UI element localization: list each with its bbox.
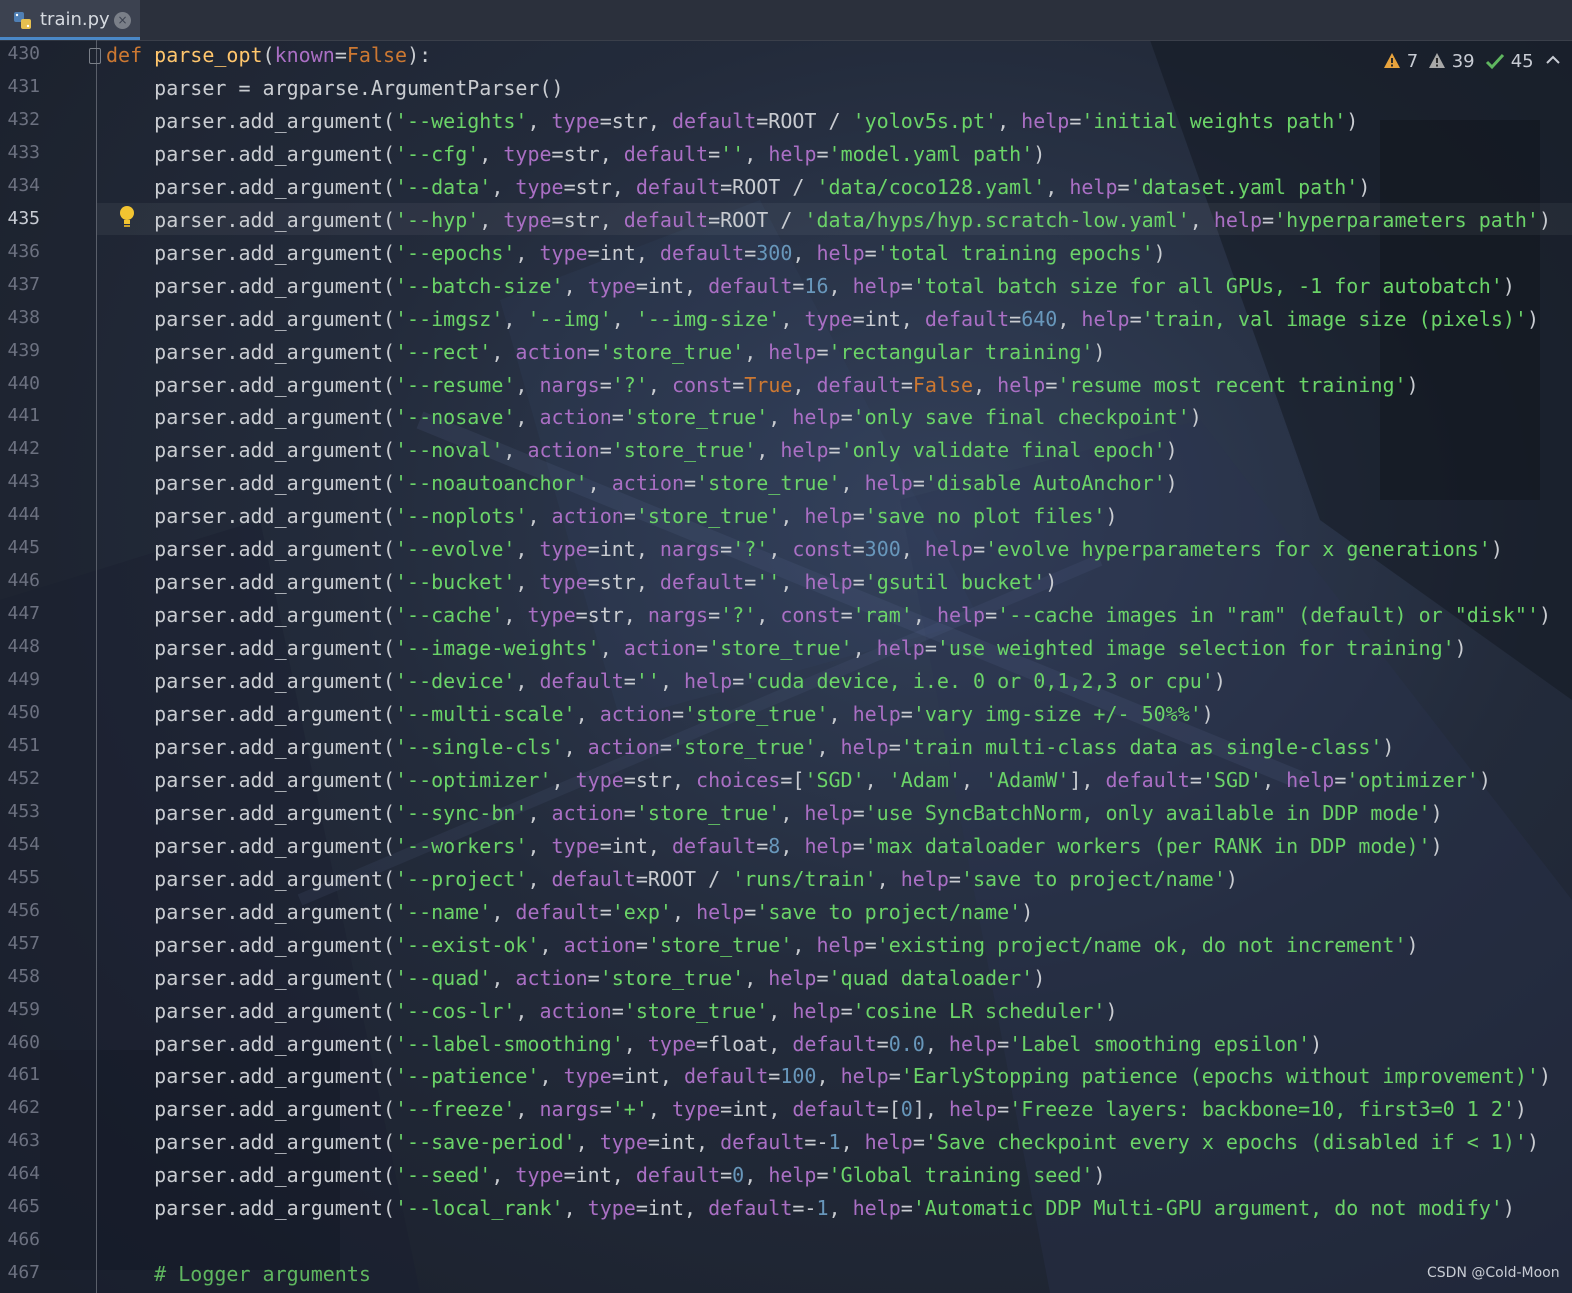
line-number: 467 <box>7 1262 40 1284</box>
python-file-icon <box>14 12 31 29</box>
line-number: 431 <box>7 75 40 97</box>
line-number: 432 <box>7 108 40 130</box>
code-line[interactable]: parser.add_argument('--noautoanchor', ac… <box>106 472 1178 494</box>
line-number: 458 <box>7 965 40 987</box>
line-number: 457 <box>7 932 40 954</box>
code-line[interactable]: parser.add_argument('--label-smoothing',… <box>106 1033 1322 1055</box>
typos-count: 45 <box>1510 51 1534 72</box>
code-line[interactable]: parser.add_argument('--patience', type=i… <box>106 1065 1551 1087</box>
line-number: 446 <box>7 570 40 592</box>
chevron-up-icon[interactable] <box>1545 52 1561 68</box>
close-icon[interactable]: × <box>114 12 131 29</box>
code-line[interactable]: parser.add_argument('--rect', action='st… <box>106 341 1105 363</box>
code-line[interactable]: parser.add_argument('--weights', type=st… <box>106 110 1358 132</box>
line-number: 455 <box>7 866 40 888</box>
code-line[interactable]: parser.add_argument('--seed', type=int, … <box>106 1164 1105 1186</box>
code-line[interactable]: def parse_opt(known=False): <box>106 44 431 66</box>
fold-toggle-icon[interactable] <box>89 48 101 64</box>
code-line[interactable]: # Logger arguments <box>106 1263 371 1285</box>
code-line[interactable]: parser.add_argument('--imgsz', '--img', … <box>106 308 1539 330</box>
code-line[interactable]: parser.add_argument('--workers', type=in… <box>106 835 1442 857</box>
code-line[interactable]: parser.add_argument('--cos-lr', action='… <box>106 1000 1117 1022</box>
code-line[interactable]: parser.add_argument('--batch-size', type… <box>106 275 1515 297</box>
line-number: 462 <box>7 1097 40 1119</box>
line-number: 465 <box>7 1196 40 1218</box>
code-line[interactable]: parser.add_argument('--save-period', typ… <box>106 1131 1539 1153</box>
editor-tab-bar: train.py × <box>0 0 1572 41</box>
code-line[interactable]: parser.add_argument('--noplots', action=… <box>106 505 1117 527</box>
warnings-count: 7 <box>1406 51 1419 72</box>
line-number: 447 <box>7 603 40 625</box>
code-line[interactable]: parser.add_argument('--exist-ok', action… <box>106 934 1418 956</box>
line-number: 451 <box>7 734 40 756</box>
code-line[interactable]: parser.add_argument('--noval', action='s… <box>106 439 1178 461</box>
line-number: 463 <box>7 1130 40 1152</box>
code-line[interactable]: parser.add_argument('--bucket', type=str… <box>106 571 1057 593</box>
line-number: 466 <box>7 1229 40 1251</box>
warning-icon <box>1384 53 1400 68</box>
code-line[interactable]: parser.add_argument('--single-cls', acti… <box>106 736 1394 758</box>
line-number: 452 <box>7 767 40 789</box>
code-line[interactable]: parser.add_argument('--epochs', type=int… <box>106 242 1166 264</box>
line-number: 445 <box>7 537 40 559</box>
line-number: 438 <box>7 306 40 328</box>
line-number: 437 <box>7 273 40 295</box>
line-number: 459 <box>7 998 40 1020</box>
line-number: 460 <box>7 1031 40 1053</box>
line-number: 454 <box>7 833 40 855</box>
code-line[interactable]: parser.add_argument('--image-weights', a… <box>106 637 1467 659</box>
watermark: CSDN @Cold-Moon <box>1427 1265 1560 1281</box>
line-number: 448 <box>7 636 40 658</box>
editor-window: train.py × 430 431 432 433 434 435 436 437 438 43… <box>0 0 1572 1293</box>
line-number: 442 <box>7 438 40 460</box>
line-number: 433 <box>7 141 40 163</box>
code-line[interactable]: parser.add_argument('--cfg', type=str, d… <box>106 143 1045 165</box>
line-number: 449 <box>7 669 40 691</box>
tab-train-py[interactable]: train.py × <box>0 0 140 40</box>
line-number: 453 <box>7 800 40 822</box>
code-line[interactable]: parser.add_argument('--freeze', nargs='+… <box>106 1098 1527 1120</box>
code-line[interactable]: parser.add_argument('--nosave', action='… <box>106 406 1202 428</box>
weak-warning-icon <box>1429 53 1445 68</box>
line-number: 435 <box>7 207 40 229</box>
line-number: 439 <box>7 339 40 361</box>
line-number: 441 <box>7 405 40 427</box>
code-line[interactable]: parser.add_argument('--multi-scale', act… <box>106 703 1214 725</box>
typos-indicator[interactable]: 45 <box>1485 51 1534 72</box>
weak-warnings-indicator[interactable]: 39 <box>1428 51 1475 72</box>
code-line[interactable]: parser.add_argument('--optimizer', type=… <box>106 769 1491 791</box>
code-line[interactable]: parser.add_argument('--resume', nargs='?… <box>106 374 1418 396</box>
code-line[interactable]: parser.add_argument('--name', default='e… <box>106 901 1033 923</box>
code-line[interactable]: parser = argparse.ArgumentParser() <box>106 77 563 99</box>
code-line[interactable]: parser.add_argument('--quad', action='st… <box>106 967 1045 989</box>
warnings-indicator[interactable]: 7 <box>1383 51 1418 72</box>
line-number: 464 <box>7 1163 40 1185</box>
code-line[interactable]: parser.add_argument('--hyp', type=str, d… <box>106 209 1551 231</box>
line-number: 444 <box>7 504 40 526</box>
code-line[interactable]: parser.add_argument('--local_rank', type… <box>106 1197 1515 1219</box>
code-line[interactable]: parser.add_argument('--data', type=str, … <box>106 176 1370 198</box>
line-number: 430 <box>7 43 40 64</box>
code-line[interactable]: parser.add_argument('--device', default=… <box>106 670 1226 692</box>
code-line[interactable]: parser.add_argument('--sync-bn', action=… <box>106 802 1442 824</box>
code-line[interactable]: parser.add_argument('--cache', type=str,… <box>106 604 1551 626</box>
tab-label: train.py <box>40 9 110 30</box>
line-number: 450 <box>7 702 40 723</box>
line-number: 456 <box>7 899 40 921</box>
checkmark-icon <box>1485 53 1505 70</box>
line-number: 461 <box>7 1064 40 1086</box>
code-line[interactable]: parser.add_argument('--evolve', type=int… <box>106 538 1503 560</box>
line-number: 443 <box>7 471 40 493</box>
line-number: 440 <box>7 372 40 394</box>
line-number: 434 <box>7 174 40 196</box>
line-number: 436 <box>7 240 40 262</box>
code-line[interactable]: parser.add_argument('--project', default… <box>106 868 1238 890</box>
weak-warnings-count: 39 <box>1451 51 1475 72</box>
